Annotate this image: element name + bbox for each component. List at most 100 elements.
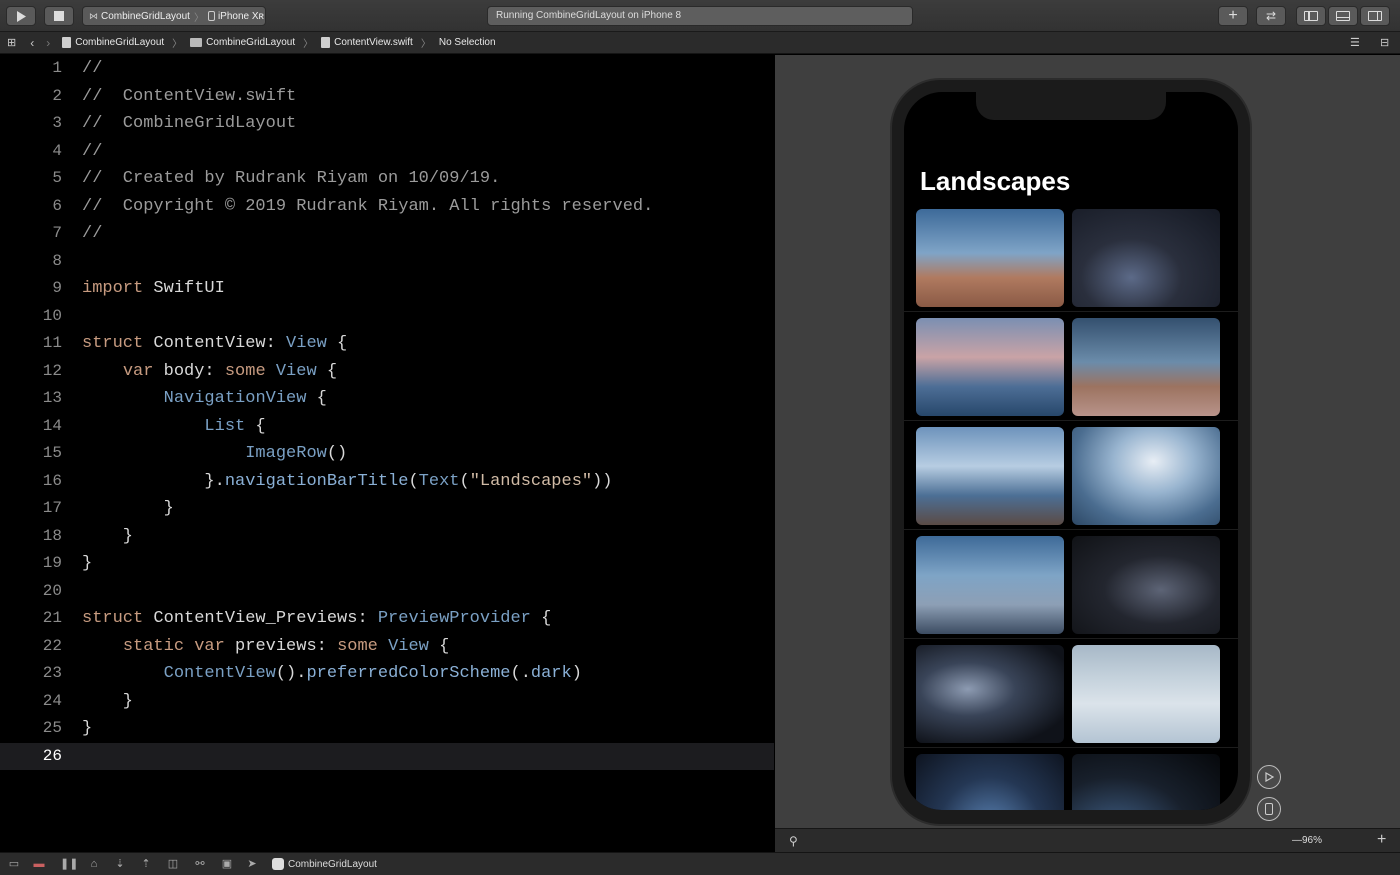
zoom-in-button[interactable]: + (1377, 831, 1386, 849)
function-name: preferredColorScheme (306, 664, 511, 683)
code-line: 9 import SwiftUI (0, 275, 774, 303)
live-preview-button[interactable] (1257, 765, 1281, 789)
process-target[interactable]: CombineGridLayout (272, 858, 377, 870)
row-separator (904, 420, 1238, 421)
zoom-level[interactable]: —96% (1292, 835, 1322, 846)
preview-on-device-button[interactable] (1257, 797, 1281, 821)
landscape-thumbnail[interactable] (916, 209, 1064, 307)
debug-area-toggle-button[interactable] (1328, 6, 1358, 26)
inspector-toggle-button[interactable] (1360, 6, 1390, 26)
line-number: 3 (52, 114, 62, 132)
code-text: previews: (224, 636, 338, 656)
split-editor-icon[interactable]: ⊟ (1380, 36, 1389, 49)
location-icon[interactable]: ➤ (246, 858, 258, 870)
breadcrumb-project[interactable]: CombineGridLayout (75, 37, 164, 48)
scheme-selector[interactable]: ⋈ CombineGridLayout 〉 iPhone Xʀ (82, 6, 266, 26)
landscape-thumbnail[interactable] (1072, 645, 1220, 743)
keyword: static (122, 636, 185, 656)
line-number: 23 (42, 664, 62, 682)
breadcrumb: CombineGridLayout 〉 CombineGridLayout 〉 … (62, 35, 496, 50)
pin-icon[interactable]: ⚲ (789, 834, 798, 848)
environment-overrides-icon[interactable]: ▣ (221, 858, 233, 870)
keyword: var (122, 361, 154, 381)
type-name: View (275, 361, 317, 381)
memory-graph-icon[interactable]: ⚯ (194, 858, 206, 870)
step-into-icon[interactable]: ⇣ (114, 858, 126, 870)
type-name: ContentView (163, 664, 276, 683)
landscape-thumbnail[interactable] (916, 427, 1064, 525)
code-line: 19} (0, 550, 774, 578)
run-button[interactable] (6, 6, 36, 26)
breadcrumb-group[interactable]: CombineGridLayout (206, 37, 295, 48)
current-line[interactable]: 26 (0, 742, 774, 770)
pause-icon[interactable]: ❚❚ (60, 858, 78, 870)
landscape-thumbnail[interactable] (916, 645, 1064, 743)
keyword: struct (82, 609, 144, 628)
row-separator (904, 747, 1238, 748)
landscape-thumbnail[interactable] (916, 536, 1064, 634)
type-name: ImageRow (245, 444, 327, 463)
stop-button[interactable] (44, 6, 74, 26)
view-debugger-icon[interactable]: ◫ (167, 858, 179, 870)
code-line: 17 } (0, 495, 774, 523)
code-text: { (326, 334, 348, 353)
line-number: 25 (42, 719, 62, 737)
step-over-icon[interactable]: ⌂ (88, 858, 100, 870)
string-literal: "Landscapes" (469, 471, 593, 491)
landscape-thumbnail[interactable] (1072, 209, 1220, 307)
breakpoints-icon[interactable]: ▬ (33, 858, 45, 870)
hide-debug-area-icon[interactable]: ▭ (8, 858, 20, 870)
line-number: 9 (52, 279, 62, 297)
line-number: 7 (52, 224, 62, 242)
code-line: 8 (0, 248, 774, 276)
landscape-thumbnail[interactable] (1072, 427, 1220, 525)
code-text: { (428, 636, 450, 656)
app-icon (272, 858, 284, 870)
back-icon[interactable]: ‹ (30, 36, 34, 50)
landscape-thumbnail[interactable] (1072, 754, 1220, 810)
navigator-toggle-button[interactable] (1296, 6, 1326, 26)
landscape-thumbnail[interactable] (1072, 318, 1220, 416)
code-text: }. (82, 471, 225, 491)
keyword: some (224, 361, 266, 381)
landscape-thumbnail[interactable] (916, 318, 1064, 416)
code-line: 11 struct ContentView: View { (0, 330, 774, 358)
step-out-icon[interactable]: ⇡ (140, 858, 152, 870)
function-name: navigationBarTitle (224, 471, 409, 491)
jump-bar: ⊞ ‹ › CombineGridLayout 〉 CombineGridLay… (0, 32, 1400, 54)
related-items-icon[interactable]: ⊞ (7, 36, 16, 49)
play-circle-icon (1265, 772, 1274, 782)
code-text: () (326, 444, 348, 463)
library-button[interactable]: + (1218, 6, 1248, 26)
chevron-right-icon: 〉 (193, 12, 204, 24)
line-number: 21 (42, 609, 62, 627)
line-number: 16 (42, 471, 62, 490)
source-editor[interactable]: 1 // 2 // ContentView.swift 3 // CombineGri… (0, 55, 774, 852)
code-text: { (245, 416, 266, 436)
folder-icon (190, 38, 203, 47)
comment: // (82, 59, 103, 78)
play-icon (17, 10, 26, 22)
scheme-app-icon: ⋈ (89, 10, 98, 21)
scheme-device: iPhone Xʀ (217, 10, 264, 22)
landscape-thumbnail[interactable] (1072, 536, 1220, 634)
breadcrumb-file[interactable]: ContentView.swift (334, 37, 413, 48)
comment: // Created by Rudrank Riyam on 10/09/19. (82, 169, 501, 188)
code-text: ( (459, 471, 470, 491)
swift-file-icon (321, 37, 331, 48)
code-line: 4 // (0, 138, 774, 166)
forward-icon[interactable]: › (46, 36, 50, 50)
line-number: 26 (42, 746, 62, 765)
code-review-button[interactable]: ⇄ (1256, 6, 1286, 26)
editor-options-icon[interactable]: ☰ (1350, 36, 1360, 49)
device-screen[interactable]: Landscapes (904, 92, 1238, 810)
breadcrumb-selection[interactable]: No Selection (439, 37, 496, 48)
line-number: 22 (42, 636, 62, 655)
chevron-right-icon: 〉 (303, 39, 314, 50)
landscape-thumbnail[interactable] (916, 754, 1064, 810)
code-line: 24 } (0, 688, 774, 716)
code-text: } (82, 499, 174, 518)
